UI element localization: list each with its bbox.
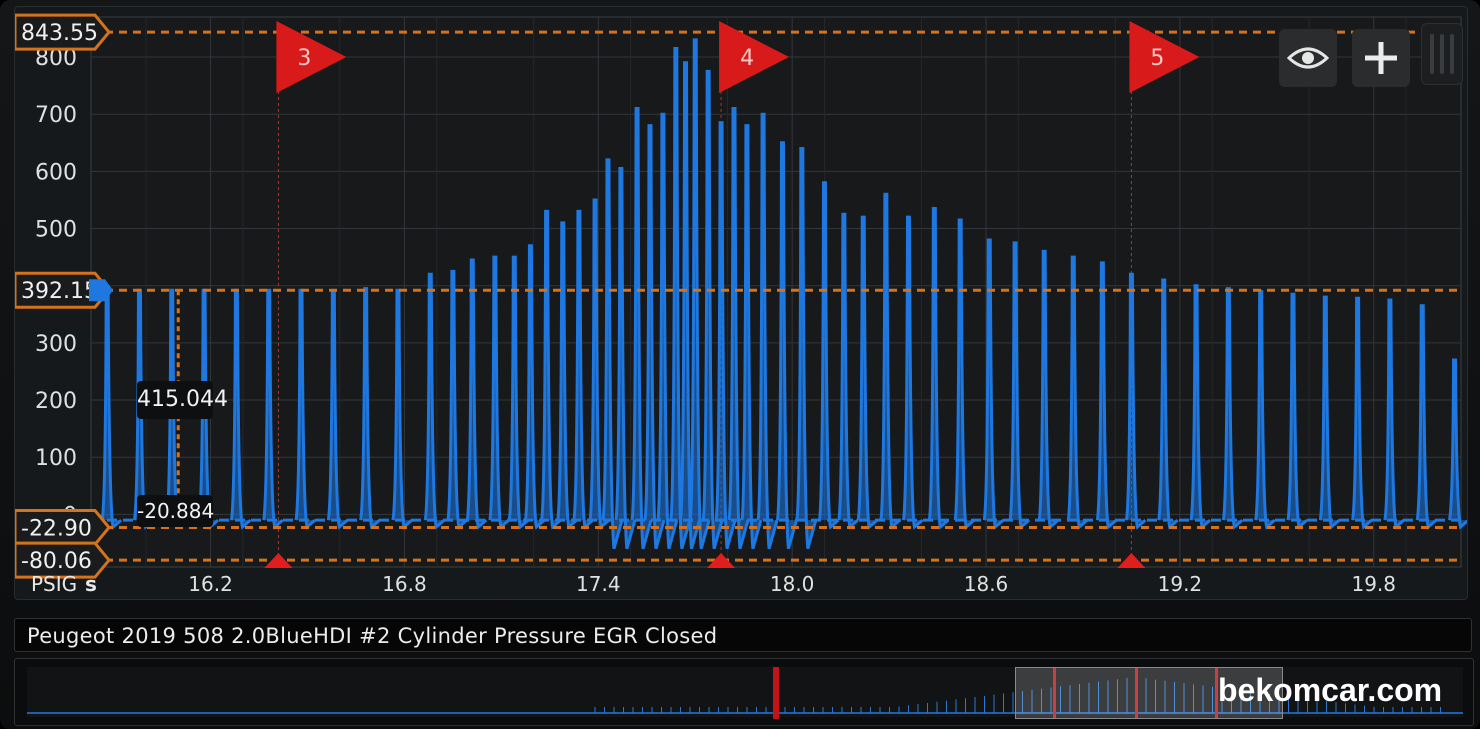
grid <box>90 16 1462 568</box>
plus-icon <box>1365 42 1397 74</box>
x-unit-label: s <box>85 572 97 596</box>
overview-marker <box>773 667 779 719</box>
readout-high-value: 415.044 <box>137 387 228 412</box>
y-tick-label: 500 <box>35 218 77 243</box>
x-tick-label: 16.8 <box>382 572 427 596</box>
y-tick-label: 100 <box>35 446 77 471</box>
h-cursor-tag[interactable]: -22.90 <box>13 508 111 546</box>
x-tick-label: 19.8 <box>1351 572 1396 596</box>
cursor-readout-low: -20.884 <box>137 495 215 527</box>
x-tick-label: 18.6 <box>964 572 1009 596</box>
x-tick-label: 19.2 <box>1158 572 1203 596</box>
panel-grip-handle[interactable] <box>1421 23 1463 85</box>
plot-panel[interactable]: 0100200300400500600700800 16.216.817.418… <box>13 6 1470 600</box>
plot-area <box>90 16 1462 568</box>
marker-flag-label: 5 <box>1150 46 1164 71</box>
h-cursor-value: 843.55 <box>21 21 98 46</box>
scope-window: 0100200300400500600700800 16.216.817.418… <box>0 0 1480 729</box>
marker-flag-label: 3 <box>297 46 311 71</box>
h-cursor-value: 392.15 <box>21 279 98 304</box>
eye-icon <box>1287 47 1329 69</box>
waveform-chart[interactable]: 0100200300400500600700800 16.216.817.418… <box>13 7 1470 599</box>
watermark: bekomcar.com <box>1218 672 1443 708</box>
y-tick-label: 200 <box>35 389 77 414</box>
h-cursor-value: -22.90 <box>21 516 92 541</box>
x-tick-label: 16.2 <box>188 572 233 596</box>
y-tick-label: 700 <box>35 103 77 128</box>
cursor-readout-high: 415.044 <box>137 381 228 419</box>
x-tick-label: 18.0 <box>770 572 815 596</box>
visibility-button[interactable] <box>1279 29 1337 87</box>
trace-title-bar: Peugeot 2019 508 2.0BlueHDI #2 Cylinder … <box>14 618 1472 652</box>
add-button[interactable] <box>1352 29 1410 87</box>
readout-low-value: -20.884 <box>137 499 215 523</box>
y-tick-label: 300 <box>35 332 77 357</box>
x-axis-ticks: 16.2 16.8 17.4 18.0 18.6 19.2 19.8 <box>188 572 1396 596</box>
trace-title: Peugeot 2019 508 2.0BlueHDI #2 Cylinder … <box>27 624 718 648</box>
y-tick-label: 600 <box>35 160 77 185</box>
h-cursor-value: -80.06 <box>21 549 92 574</box>
marker-flag-label: 4 <box>740 46 754 71</box>
h-cursor-tag[interactable]: 843.55 <box>13 13 111 51</box>
x-tick-label: 17.4 <box>576 572 621 596</box>
y-unit-label: PSIG <box>31 572 77 596</box>
